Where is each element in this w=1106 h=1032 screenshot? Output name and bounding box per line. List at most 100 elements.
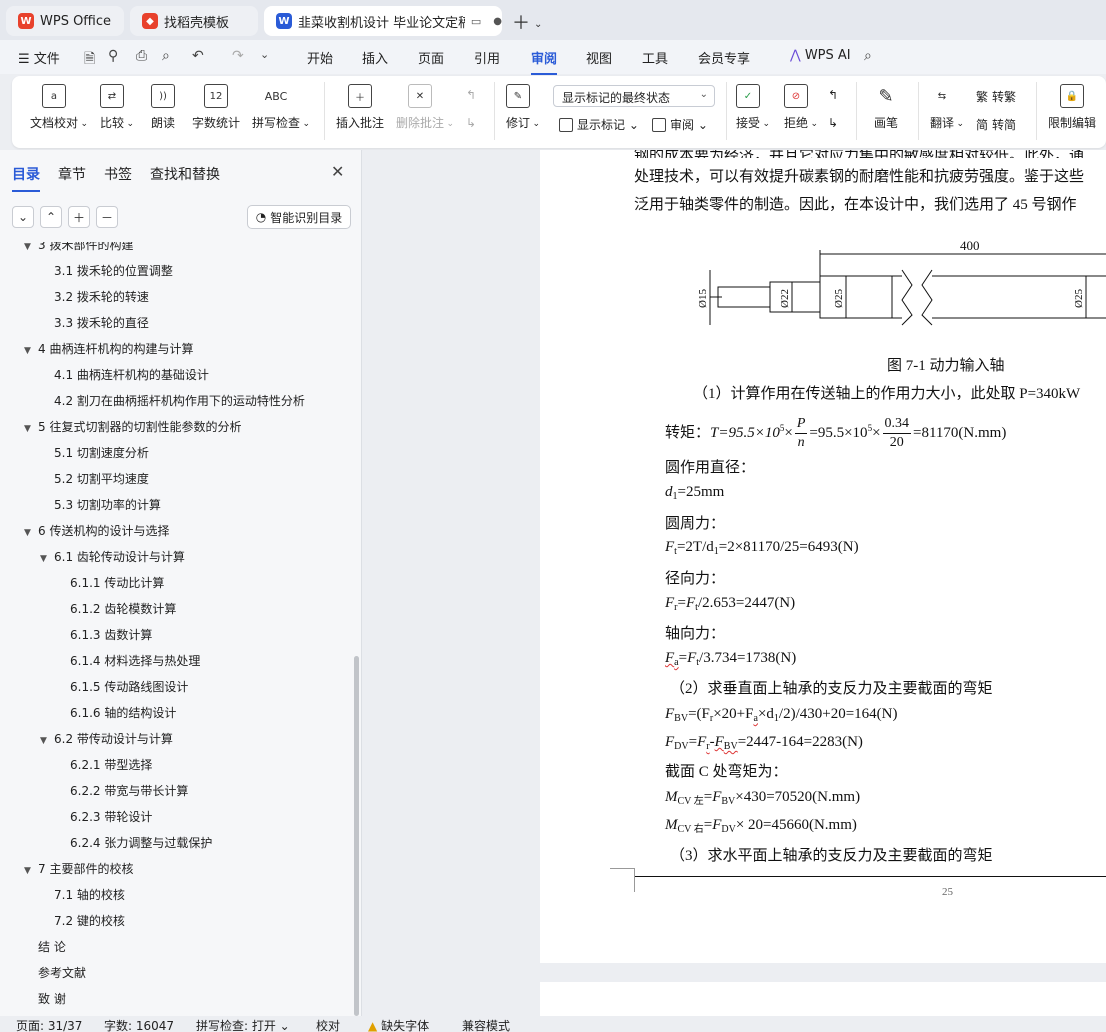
print-icon[interactable]: ⎙ [136, 48, 147, 64]
expand-arrow-icon[interactable]: ▼ [40, 554, 54, 564]
toc-item[interactable]: 6.1.1 传动比计算 [56, 574, 164, 591]
tab-toc[interactable]: 目录 [12, 164, 40, 192]
menu-start[interactable]: 开始 [307, 48, 333, 67]
toc-item[interactable]: 5.3 切割功率的计算 [40, 496, 161, 513]
more-quick-icon[interactable]: ⌄ [260, 48, 269, 61]
doc-check-button[interactable]: a 文档校对 ⌄ [30, 84, 88, 131]
menu-page[interactable]: 页面 [418, 48, 444, 67]
spell-check-indicator[interactable]: 拼写检查: 打开 ⌄ [196, 1017, 290, 1032]
tab-wps-office[interactable]: W WPS Office [6, 6, 124, 36]
expand-arrow-icon[interactable]: ▼ [24, 424, 38, 434]
spell-check-button[interactable]: ABC 拼写检查 ⌄ [252, 84, 310, 131]
toc-item[interactable]: 3.1 拨禾轮的位置调整 [40, 262, 173, 279]
menu-reference[interactable]: 引用 [474, 48, 500, 67]
smart-toc-button[interactable]: ◔ 智能识别目录 [247, 205, 351, 229]
menu-tools[interactable]: 工具 [642, 48, 668, 67]
expand-arrow-icon[interactable]: ▼ [24, 242, 38, 252]
tab-find-replace[interactable]: 查找和替换 [150, 164, 220, 184]
toc-item[interactable]: 4.2 割刀在曲柄摇杆机构作用下的运动特性分析 [40, 392, 305, 409]
add-heading-button[interactable]: ＋ [68, 206, 90, 228]
next-comment-icon[interactable]: ↳ [466, 116, 476, 130]
toc-item[interactable]: ▼ 7 主要部件的校核 [24, 860, 133, 877]
toc-item[interactable]: 5.1 切割速度分析 [40, 444, 149, 461]
toc-item[interactable]: 3.3 拨禾轮的直径 [40, 314, 149, 331]
toc-item[interactable]: ▼ 4 曲柄连杆机构的构建与计算 [24, 340, 193, 357]
toc-item[interactable]: ▼ 3 拨禾部件的构建 [24, 242, 133, 253]
next-revision-icon[interactable]: ↳ [828, 116, 838, 130]
prev-comment-icon[interactable]: ↰ [466, 88, 476, 102]
revise-button[interactable]: ✎ 修订 ⌄ [506, 84, 540, 131]
tab-docer-templates[interactable]: ◆ 找稻壳模板 [130, 6, 258, 36]
expand-arrow-icon[interactable]: ▼ [40, 736, 54, 746]
toc-item[interactable]: 4.1 曲柄连杆机构的基础设计 [40, 366, 209, 383]
redo-icon[interactable]: ↷ [232, 48, 244, 64]
word-count-indicator[interactable]: 字数: 16047 [104, 1017, 174, 1032]
toc-item[interactable]: 6.2.2 带宽与带长计算 [56, 782, 188, 799]
toc-item[interactable]: 6.1.2 齿轮模数计算 [56, 600, 176, 617]
pen-button[interactable]: ✎ 画笔 [874, 84, 898, 131]
translate-button[interactable]: ⇆ 翻译 ⌄ [930, 84, 964, 131]
toc-item[interactable]: 7.2 键的校核 [40, 912, 125, 929]
new-tab-button[interactable]: ＋ ⌄ [512, 9, 542, 35]
expand-arrow-icon[interactable]: ▼ [24, 346, 38, 356]
review-pane-button[interactable]: 审阅 ⌄ [652, 116, 708, 133]
chevron-down-icon[interactable]: ⌄ [534, 19, 542, 30]
toc-item[interactable]: 3.2 拨禾轮的转速 [40, 288, 149, 305]
close-icon[interactable]: ✕ [331, 162, 344, 181]
toc-item[interactable]: 致 谢 [24, 990, 66, 1007]
toc-item[interactable]: 6.2.3 带轮设计 [56, 808, 152, 825]
link-icon[interactable]: ⚲ [108, 48, 118, 64]
toc-item[interactable]: 6.1.5 传动路线图设计 [56, 678, 188, 695]
proof-indicator[interactable]: 校对 [316, 1017, 340, 1032]
file-menu[interactable]: ☰ 文件 [18, 48, 60, 67]
menu-view[interactable]: 视图 [586, 48, 612, 67]
collapse-all-button[interactable]: ⌄ [12, 206, 34, 228]
toc-item[interactable]: 参考文献 [24, 964, 86, 981]
toc-item[interactable]: ▼ 6.2 带传动设计与计算 [40, 730, 173, 747]
frac-denominator: n [797, 435, 805, 451]
tab-chapters[interactable]: 章节 [58, 164, 86, 184]
compare-button[interactable]: ⇄ 比较 ⌄ [100, 84, 134, 131]
search-icon[interactable]: ⌕ [864, 48, 872, 64]
toc-item[interactable]: 6.1.3 齿数计算 [56, 626, 152, 643]
markup-state-select[interactable]: 显示标记的最终状态 ⌄ [553, 85, 715, 107]
expand-all-button[interactable]: ⌃ [40, 206, 62, 228]
toc-item[interactable]: 5.2 切割平均速度 [40, 470, 149, 487]
toc-item[interactable]: ▼ 6.1 齿轮传动设计与计算 [40, 548, 185, 565]
menu-insert[interactable]: 插入 [362, 48, 388, 67]
toc-item[interactable]: 6.1.4 材料选择与热处理 [56, 652, 200, 669]
prev-revision-icon[interactable]: ↰ [828, 88, 838, 102]
print-preview-icon[interactable]: ⌕ [162, 48, 170, 64]
wps-ai-button[interactable]: ⋀ WPS AI [790, 48, 851, 63]
remove-heading-button[interactable]: － [96, 206, 118, 228]
tab-document[interactable]: W 韭菜收割机设计 毕业论文定稿 ▭ ● [264, 6, 502, 36]
toc-item[interactable]: 6.2.1 带型选择 [56, 756, 152, 773]
page-indicator[interactable]: 页面: 31/37 [16, 1017, 82, 1032]
undo-icon[interactable]: ↶ [192, 48, 204, 64]
unsaved-dot-icon[interactable]: ● [493, 16, 502, 27]
read-aloud-button[interactable]: )) 朗读 [151, 84, 175, 131]
accept-button[interactable]: ✓ 接受 ⌄ [736, 84, 770, 131]
expand-arrow-icon[interactable]: ▼ [24, 528, 38, 538]
toc-item[interactable]: ▼ 6 传送机构的设计与选择 [24, 522, 169, 539]
toc-scrollbar[interactable] [354, 656, 359, 1016]
menu-review[interactable]: 审阅 [531, 48, 558, 75]
tab-bookmarks[interactable]: 书签 [104, 164, 132, 184]
to-simplified-button[interactable]: 简转简 [976, 116, 1016, 133]
restrict-edit-button[interactable]: 🔒 限制编辑 [1048, 84, 1096, 131]
to-traditional-button[interactable]: 繁转繁 [976, 88, 1016, 105]
save-icon[interactable]: 🗎 [84, 48, 95, 72]
reject-button[interactable]: ⊘ 拒绝 ⌄ [784, 84, 818, 131]
toc-item[interactable]: 6.1.6 轴的结构设计 [56, 704, 176, 721]
toc-item[interactable]: 6.2.4 张力调整与过载保护 [56, 834, 212, 851]
expand-arrow-icon[interactable]: ▼ [24, 866, 38, 876]
missing-font-indicator[interactable]: ▲ 缺失字体 [368, 1017, 429, 1032]
toc-item[interactable]: ▼ 5 往复式切割器的切割性能参数的分析 [24, 418, 241, 435]
toc-item[interactable]: 结 论 [24, 938, 66, 955]
delete-comment-button[interactable]: ✕ 删除批注 ⌄ [396, 84, 454, 131]
show-markup-button[interactable]: 显示标记 ⌄ [559, 116, 639, 133]
menu-member[interactable]: 会员专享 [698, 48, 750, 67]
insert-comment-button[interactable]: ＋ 插入批注 [336, 84, 384, 131]
toc-item[interactable]: 7.1 轴的校核 [40, 886, 125, 903]
word-count-button[interactable]: 12 字数统计 [192, 84, 240, 131]
